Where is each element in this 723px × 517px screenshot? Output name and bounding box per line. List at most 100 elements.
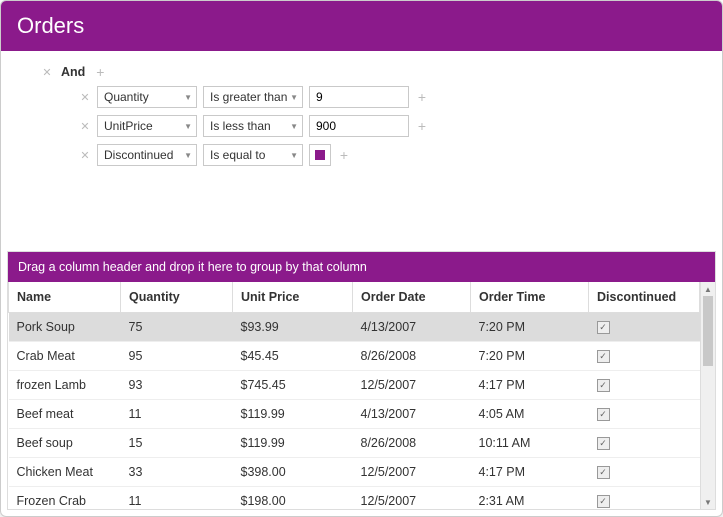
field-dropdown[interactable]: UnitPrice▼ — [97, 115, 197, 137]
cell-order-time[interactable]: 7:20 PM — [471, 341, 589, 370]
column-header[interactable]: Order Date — [353, 282, 471, 312]
grid-area: Drag a column header and drop it here to… — [7, 251, 716, 510]
discontinued-checkbox[interactable]: ✓ — [597, 466, 610, 479]
title-bar: Orders — [1, 1, 722, 51]
chevron-down-icon: ▼ — [290, 93, 298, 102]
value-input[interactable] — [309, 115, 409, 137]
cell-discontinued[interactable]: ✓ — [589, 341, 700, 370]
filter-condition-row: ✕Quantity▼Is greater than▼+ — [79, 85, 702, 109]
table-row[interactable]: Frozen Crab11$198.0012/5/20072:31 AM ✓ — [9, 486, 700, 509]
cell-name[interactable]: Beef soup — [9, 428, 121, 457]
cell-name[interactable]: frozen Lamb — [9, 370, 121, 399]
table-row[interactable]: Beef soup15$119.998/26/200810:11 AM ✓ — [9, 428, 700, 457]
cell-order-time[interactable]: 2:31 AM — [471, 486, 589, 509]
discontinued-checkbox[interactable]: ✓ — [597, 350, 610, 363]
cell-unit-price[interactable]: $45.45 — [233, 341, 353, 370]
column-header[interactable]: Discontinued — [589, 282, 700, 312]
cell-quantity[interactable]: 11 — [121, 399, 233, 428]
cell-order-time[interactable]: 4:17 PM — [471, 370, 589, 399]
cell-order-date[interactable]: 4/13/2007 — [353, 312, 471, 341]
column-header[interactable]: Order Time — [471, 282, 589, 312]
discontinued-checkbox[interactable]: ✓ — [597, 321, 610, 334]
filter-root-row: ✕ And + — [41, 65, 702, 79]
cell-name[interactable]: Crab Meat — [9, 341, 121, 370]
cell-unit-price[interactable]: $198.00 — [233, 486, 353, 509]
cell-name[interactable]: Frozen Crab — [9, 486, 121, 509]
operator-dropdown[interactable]: Is less than ▼ — [203, 115, 303, 137]
operator-dropdown[interactable]: Is equal to▼ — [203, 144, 303, 166]
column-header[interactable]: Name — [9, 282, 121, 312]
cell-order-time[interactable]: 4:17 PM — [471, 457, 589, 486]
field-dropdown[interactable]: Quantity ▼ — [97, 86, 197, 108]
operator-dropdown[interactable]: Is greater than▼ — [203, 86, 303, 108]
operator-dropdown-label: Is less than — [210, 119, 271, 133]
cell-unit-price[interactable]: $93.99 — [233, 312, 353, 341]
cell-unit-price[interactable]: $745.45 — [233, 370, 353, 399]
chevron-down-icon: ▼ — [184, 122, 192, 131]
filter-condition-row: ✕ Discontinued▼ Is equal to▼ + — [79, 143, 702, 167]
cell-name[interactable]: Pork Soup — [9, 312, 121, 341]
operator-dropdown-label: Is equal to — [210, 148, 265, 162]
field-dropdown[interactable]: Discontinued▼ — [97, 144, 197, 166]
cell-order-time[interactable]: 10:11 AM — [471, 428, 589, 457]
filter-condition-row: ✕ UnitPrice▼ Is less than ▼ + — [79, 114, 702, 138]
cell-order-date[interactable]: 12/5/2007 — [353, 457, 471, 486]
cell-quantity[interactable]: 15 — [121, 428, 233, 457]
cell-quantity[interactable]: 11 — [121, 486, 233, 509]
cell-name[interactable]: Chicken Meat — [9, 457, 121, 486]
add-condition-button[interactable]: + — [93, 65, 107, 79]
cell-order-time[interactable]: 4:05 AM — [471, 399, 589, 428]
orders-window: Orders ✕ And + ✕Quantity▼Is greater than… — [0, 0, 723, 517]
cell-unit-price[interactable]: $119.99 — [233, 428, 353, 457]
cell-order-date[interactable]: 12/5/2007 — [353, 370, 471, 399]
discontinued-checkbox[interactable]: ✓ — [597, 437, 610, 450]
discontinued-checkbox[interactable]: ✓ — [597, 408, 610, 421]
cell-quantity[interactable]: 33 — [121, 457, 233, 486]
table-row[interactable]: Chicken Meat33$398.0012/5/20074:17 PM ✓ — [9, 457, 700, 486]
cell-quantity[interactable]: 95 — [121, 341, 233, 370]
cell-discontinued[interactable]: ✓ — [589, 486, 700, 509]
add-sibling-condition-button[interactable]: + — [415, 90, 429, 104]
chevron-down-icon: ▼ — [290, 122, 298, 131]
vertical-scrollbar[interactable]: ▲ ▼ — [700, 282, 715, 509]
discontinued-checkbox[interactable]: ✓ — [597, 495, 610, 508]
table-row[interactable]: Beef meat11$119.994/13/20074:05 AM ✓ — [9, 399, 700, 428]
cell-name[interactable]: Beef meat — [9, 399, 121, 428]
scroll-thumb[interactable] — [703, 296, 713, 366]
discontinued-checkbox[interactable]: ✓ — [597, 379, 610, 392]
table-row[interactable]: Crab Meat95$45.458/26/20087:20 PM ✓ — [9, 341, 700, 370]
remove-condition-button[interactable]: ✕ — [79, 120, 91, 133]
cell-discontinued[interactable]: ✓ — [589, 457, 700, 486]
cell-unit-price[interactable]: $119.99 — [233, 399, 353, 428]
add-sibling-condition-button[interactable]: + — [415, 119, 429, 133]
column-header[interactable]: Unit Price — [233, 282, 353, 312]
table-row[interactable]: Pork Soup75$93.994/13/20077:20 PM ✓ — [9, 312, 700, 341]
value-input[interactable] — [309, 86, 409, 108]
cell-order-date[interactable]: 4/13/2007 — [353, 399, 471, 428]
cell-quantity[interactable]: 93 — [121, 370, 233, 399]
cell-unit-price[interactable]: $398.00 — [233, 457, 353, 486]
group-by-panel[interactable]: Drag a column header and drop it here to… — [8, 252, 715, 282]
cell-discontinued[interactable]: ✓ — [589, 370, 700, 399]
field-dropdown-label: Quantity — [104, 90, 149, 104]
value-color-picker[interactable] — [309, 144, 331, 166]
scroll-down-button[interactable]: ▼ — [701, 495, 715, 509]
remove-group-button[interactable]: ✕ — [41, 66, 53, 79]
cell-discontinued[interactable]: ✓ — [589, 312, 700, 341]
add-sibling-condition-button[interactable]: + — [337, 148, 351, 162]
group-operator-label[interactable]: And — [61, 65, 85, 79]
cell-order-time[interactable]: 7:20 PM — [471, 312, 589, 341]
remove-condition-button[interactable]: ✕ — [79, 149, 91, 162]
chevron-down-icon: ▼ — [184, 93, 192, 102]
cell-order-date[interactable]: 8/26/2008 — [353, 428, 471, 457]
table-row[interactable]: frozen Lamb93$745.4512/5/20074:17 PM ✓ — [9, 370, 700, 399]
cell-order-date[interactable]: 12/5/2007 — [353, 486, 471, 509]
remove-condition-button[interactable]: ✕ — [79, 91, 91, 104]
scroll-up-button[interactable]: ▲ — [701, 282, 715, 296]
cell-order-date[interactable]: 8/26/2008 — [353, 341, 471, 370]
cell-quantity[interactable]: 75 — [121, 312, 233, 341]
cell-discontinued[interactable]: ✓ — [589, 399, 700, 428]
field-dropdown-label: Discontinued — [104, 148, 173, 162]
cell-discontinued[interactable]: ✓ — [589, 428, 700, 457]
column-header[interactable]: Quantity — [121, 282, 233, 312]
